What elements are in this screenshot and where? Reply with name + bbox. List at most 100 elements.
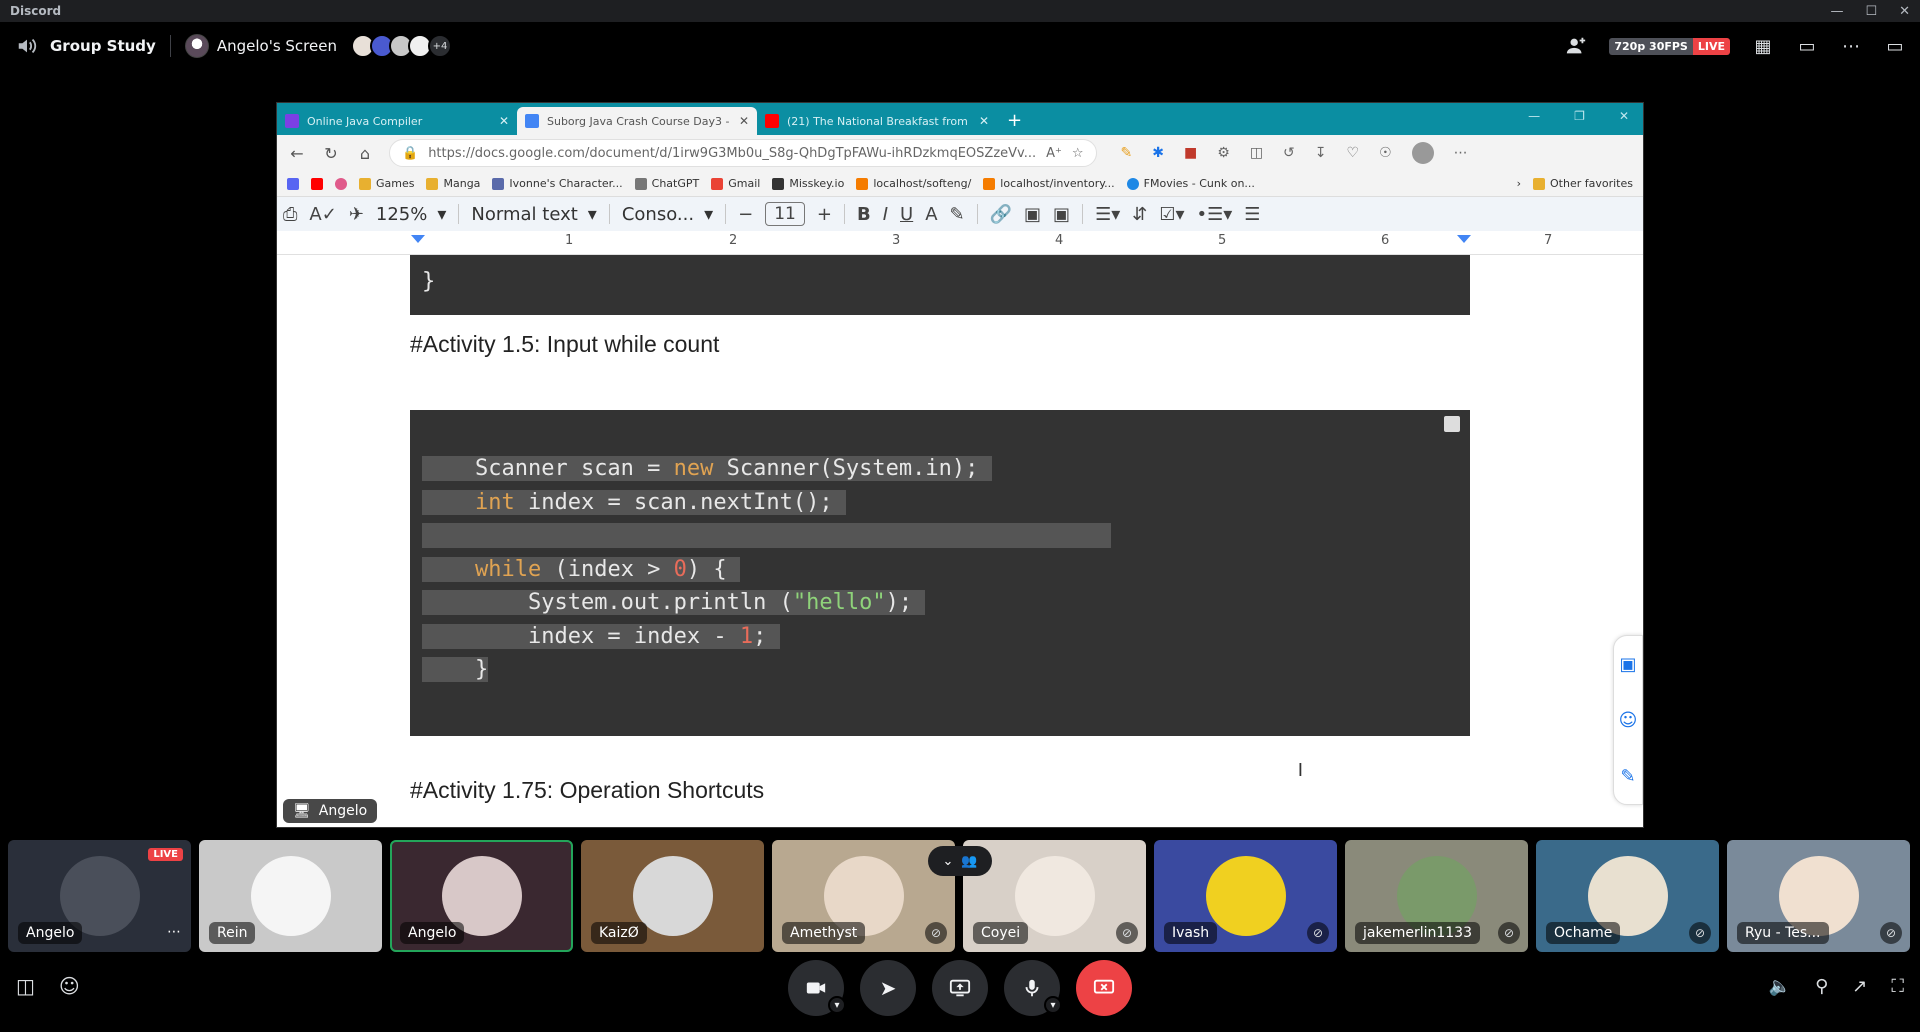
activities-icon[interactable]: ◫ bbox=[16, 974, 35, 998]
other-favorites[interactable]: Other favorites bbox=[1533, 177, 1633, 190]
activity-launch-button[interactable]: ➤ bbox=[860, 960, 916, 1016]
close-icon[interactable]: ✕ bbox=[1899, 4, 1910, 19]
chat-icon[interactable]: ▭ bbox=[1884, 35, 1906, 57]
participant-tile[interactable]: Rein bbox=[199, 840, 382, 952]
close-tab-icon[interactable]: ✕ bbox=[979, 114, 989, 128]
image-icon[interactable]: ▣ bbox=[1053, 204, 1070, 225]
right-indent-marker[interactable] bbox=[1457, 235, 1471, 243]
font-select[interactable]: Conso... ▾ bbox=[622, 204, 713, 225]
profile-avatar[interactable] bbox=[1411, 142, 1434, 164]
split-screen-icon[interactable]: ◫ bbox=[1250, 145, 1263, 161]
checklist-icon[interactable]: ☑▾ bbox=[1159, 204, 1184, 225]
screen-share-button[interactable] bbox=[932, 960, 988, 1016]
viewer-list[interactable]: +4 bbox=[350, 34, 452, 58]
more-options-icon[interactable]: ⋯ bbox=[167, 924, 181, 940]
fullscreen-icon[interactable]: ⛶ bbox=[1891, 976, 1904, 997]
font-size-input[interactable]: 11 bbox=[765, 202, 805, 226]
print-icon[interactable]: ⎙ bbox=[283, 204, 297, 225]
bookmark-item[interactable]: localhost/inventory... bbox=[983, 177, 1115, 190]
close-icon[interactable]: ✕ bbox=[1619, 109, 1629, 123]
bookmark-icon[interactable] bbox=[335, 177, 347, 190]
favorite-star-icon[interactable]: ☆ bbox=[1072, 146, 1084, 161]
left-indent-marker[interactable] bbox=[411, 235, 425, 243]
zoom-select[interactable]: 125% ▾ bbox=[376, 204, 447, 225]
shared-screen[interactable]: Online Java Compiler ✕ Suborg Java Crash… bbox=[276, 102, 1644, 828]
minimize-icon[interactable]: — bbox=[1528, 109, 1540, 123]
numbered-list-icon[interactable]: ☰ bbox=[1244, 204, 1260, 225]
increase-font-icon[interactable]: + bbox=[817, 204, 832, 225]
address-bar[interactable]: 🔒 https://docs.google.com/document/d/1ir… bbox=[389, 139, 1097, 167]
decrease-font-icon[interactable]: − bbox=[738, 204, 753, 225]
security-icon[interactable]: ☉ bbox=[1379, 145, 1392, 161]
pin-icon[interactable]: ⚲ bbox=[1815, 976, 1828, 997]
spellcheck-icon[interactable]: A✓ bbox=[309, 204, 336, 225]
participant-tile[interactable]: jakemerlin1133 ⊘ bbox=[1345, 840, 1528, 952]
bookmarks-overflow-icon[interactable]: › bbox=[1517, 177, 1521, 190]
browser-tab[interactable]: (21) The National Breakfast from ✕ bbox=[757, 107, 997, 135]
link-icon[interactable]: 🔗 bbox=[990, 204, 1012, 225]
bookmark-item[interactable]: Manga bbox=[426, 177, 480, 190]
read-aloud-icon[interactable]: A⁺ bbox=[1046, 146, 1062, 161]
popout-icon[interactable]: ↗ bbox=[1852, 976, 1867, 997]
extension-icon[interactable]: ■ bbox=[1184, 145, 1197, 161]
emoji-icon[interactable]: ☺ bbox=[59, 974, 80, 998]
line-spacing-icon[interactable]: ⇵ bbox=[1132, 204, 1147, 225]
pencil-extension-icon[interactable]: ✎ bbox=[1121, 145, 1133, 161]
grid-view-icon[interactable]: ▦ bbox=[1752, 35, 1774, 57]
participant-tile[interactable]: Ochame ⊘ bbox=[1536, 840, 1719, 952]
code-block-menu-icon[interactable] bbox=[1444, 416, 1460, 432]
history-icon[interactable]: ↺ bbox=[1283, 145, 1295, 161]
highlight-icon[interactable]: ✎ bbox=[950, 204, 965, 225]
maximize-icon[interactable]: ☐ bbox=[1865, 4, 1877, 19]
text-color-icon[interactable]: A bbox=[925, 204, 937, 225]
bookmark-item[interactable]: Misskey.io bbox=[772, 177, 844, 190]
participant-tile[interactable]: KaizØ bbox=[581, 840, 764, 952]
chevron-down-icon[interactable]: ▾ bbox=[828, 996, 846, 1014]
disconnect-button[interactable] bbox=[1076, 960, 1132, 1016]
back-icon[interactable]: ← bbox=[287, 144, 307, 163]
participant-tile[interactable]: Ivash ⊘ bbox=[1154, 840, 1337, 952]
docs-ruler[interactable]: 1 2 3 4 5 6 7 bbox=[277, 231, 1643, 255]
document-page[interactable]: } #Activity 1.5: Input while count Scann… bbox=[277, 255, 1643, 807]
italic-icon[interactable]: I bbox=[883, 204, 888, 225]
participant-tile[interactable]: Angelo bbox=[390, 840, 573, 952]
microphone-button[interactable]: ▾ bbox=[1004, 960, 1062, 1016]
bookmark-item[interactable]: Gmail bbox=[711, 177, 760, 190]
health-icon[interactable]: ♡ bbox=[1347, 145, 1360, 161]
bookmark-item[interactable]: Games bbox=[359, 177, 414, 190]
emoji-reaction-icon[interactable]: ☺ bbox=[1619, 710, 1638, 731]
download-icon[interactable]: ↧ bbox=[1315, 145, 1327, 161]
bookmark-item[interactable]: FMovies - Cunk on... bbox=[1126, 177, 1255, 190]
browser-tab[interactable]: Online Java Compiler ✕ bbox=[277, 107, 517, 135]
add-user-icon[interactable] bbox=[1565, 35, 1587, 57]
align-icon[interactable]: ☰▾ bbox=[1095, 204, 1120, 225]
paint-format-icon[interactable]: ✈ bbox=[349, 204, 364, 225]
maximize-icon[interactable]: ❐ bbox=[1574, 109, 1585, 123]
bullet-list-icon[interactable]: •☰▾ bbox=[1197, 204, 1233, 225]
popout-icon[interactable]: ▭ bbox=[1796, 35, 1818, 57]
bookmark-discord-icon[interactable] bbox=[287, 177, 299, 190]
close-tab-icon[interactable]: ✕ bbox=[739, 114, 749, 128]
bookmark-youtube-icon[interactable] bbox=[311, 177, 323, 190]
home-icon[interactable]: ⌂ bbox=[355, 144, 375, 163]
browser-tab-active[interactable]: Suborg Java Crash Course Day3 - ✕ bbox=[517, 107, 757, 135]
minimize-icon[interactable]: — bbox=[1830, 4, 1843, 19]
camera-button[interactable]: ▾ bbox=[788, 960, 846, 1016]
chevron-down-icon[interactable]: ▾ bbox=[1044, 996, 1062, 1014]
bold-icon[interactable]: B bbox=[857, 204, 871, 225]
add-comment-icon[interactable]: ▣ bbox=[1619, 654, 1636, 675]
close-tab-icon[interactable]: ✕ bbox=[499, 114, 509, 128]
extension-icon[interactable]: ✱ bbox=[1152, 145, 1164, 161]
participant-tile[interactable]: Angelo LIVE ⋯ bbox=[8, 840, 191, 952]
suggest-edit-icon[interactable]: ✎ bbox=[1620, 766, 1635, 787]
refresh-icon[interactable]: ↻ bbox=[321, 144, 341, 163]
underline-icon[interactable]: U bbox=[900, 204, 913, 225]
style-select[interactable]: Normal text ▾ bbox=[471, 204, 596, 225]
participant-tile[interactable]: Ryu - Tes... ⊘ bbox=[1727, 840, 1910, 952]
bookmark-item[interactable]: ChatGPT bbox=[634, 177, 699, 190]
comment-icon[interactable]: ▣ bbox=[1024, 204, 1041, 225]
extensions-icon[interactable]: ⚙ bbox=[1217, 145, 1230, 161]
more-options-icon[interactable]: ⋯ bbox=[1840, 35, 1862, 57]
bookmark-item[interactable]: localhost/softeng/ bbox=[856, 177, 971, 190]
browser-menu-icon[interactable]: ⋯ bbox=[1454, 145, 1468, 161]
